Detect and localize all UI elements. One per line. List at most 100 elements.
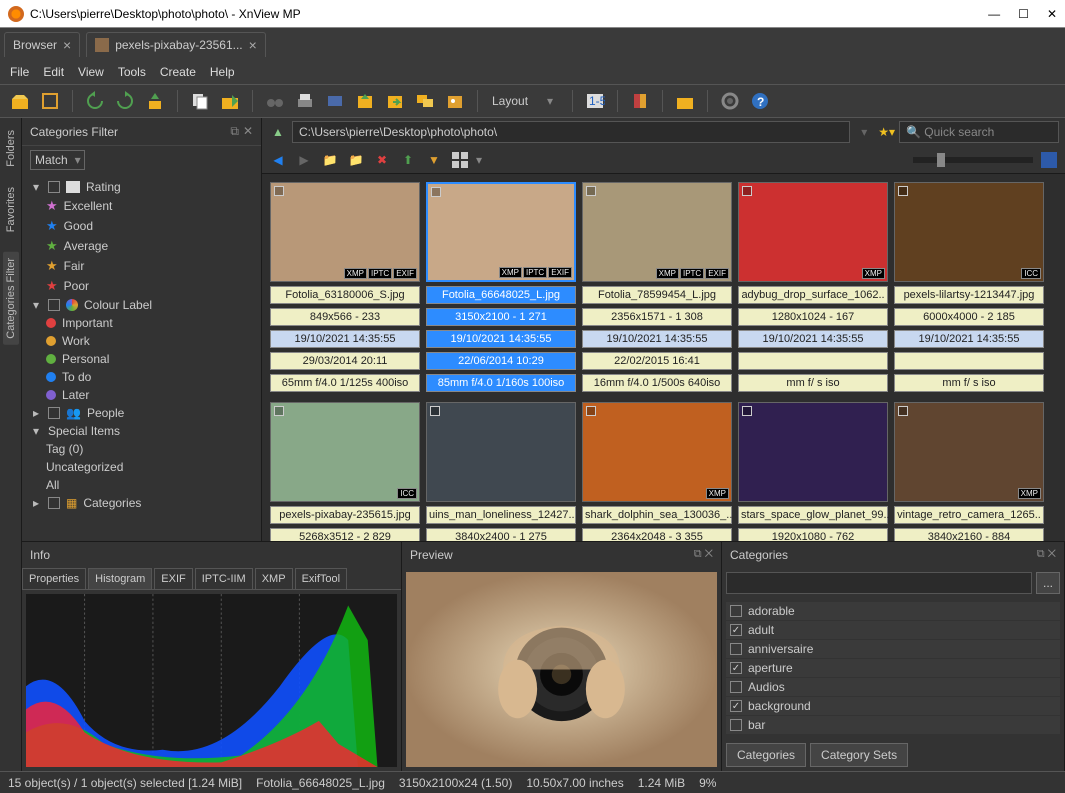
stub-favorites[interactable]: Favorites	[5, 187, 17, 232]
match-dropdown[interactable]: Match	[30, 150, 85, 170]
tree-item[interactable]: Uncategorized	[46, 458, 253, 476]
category-search-input[interactable]	[726, 572, 1032, 594]
tree-label[interactable]: Special Items	[48, 424, 120, 438]
filter-icon[interactable]: ▼	[424, 150, 444, 170]
checkbox[interactable]	[730, 719, 742, 731]
panel-close-icon[interactable]: ✕	[243, 124, 253, 139]
bookmarks-icon[interactable]	[628, 89, 652, 113]
back-icon[interactable]: ◀	[268, 150, 288, 170]
thumb-size-slider[interactable]	[913, 157, 1033, 163]
folder-icon[interactable]: 📁	[320, 150, 340, 170]
info-cell[interactable]: stars_space_glow_planet_99..	[738, 506, 888, 524]
info-cell[interactable]: 2364x2048 - 3 355	[582, 528, 732, 541]
tree-item[interactable]: Important	[46, 314, 253, 332]
tree-label[interactable]: Colour Label	[84, 298, 152, 312]
refresh-cw-icon[interactable]	[113, 89, 137, 113]
info-cell[interactable]: Fotolia_78599454_L.jpg	[582, 286, 732, 304]
info-cell[interactable]	[894, 352, 1044, 370]
info-cell[interactable]: Fotolia_66648025_L.jpg	[426, 286, 576, 304]
folder-star-icon[interactable]	[673, 89, 697, 113]
collapse-icon[interactable]: ▾	[30, 424, 42, 438]
info-cell[interactable]: 19/10/2021 14:35:55	[738, 330, 888, 348]
menu-file[interactable]: File	[10, 65, 29, 79]
collapse-icon[interactable]: ▾	[30, 298, 42, 312]
settings-icon[interactable]	[718, 89, 742, 113]
thumb-checkbox[interactable]	[586, 406, 596, 416]
info-cell[interactable]: mm f/ s iso	[738, 374, 888, 392]
info-cell[interactable]: 1280x1024 - 167	[738, 308, 888, 326]
info-cell[interactable]: vintage_retro_camera_1265..	[894, 506, 1044, 524]
checkbox[interactable]	[730, 681, 742, 693]
tab-browser[interactable]: Browser ×	[4, 32, 80, 57]
tree-item[interactable]: ★Average	[46, 236, 253, 256]
info-cell[interactable]: 22/06/2014 10:29	[426, 352, 576, 370]
info-tab[interactable]: Histogram	[88, 568, 152, 589]
info-cell[interactable]: 849x566 - 233	[270, 308, 420, 326]
info-cell[interactable]: 19/10/2021 14:35:55	[582, 330, 732, 348]
tree-item[interactable]: ★Fair	[46, 256, 253, 276]
tree-item[interactable]: Personal	[46, 350, 253, 368]
tab-close-icon[interactable]: ×	[63, 37, 71, 53]
forward-icon[interactable]: ▶	[294, 150, 314, 170]
checkbox[interactable]	[730, 643, 742, 655]
info-cell[interactable]: adybug_drop_surface_1062..	[738, 286, 888, 304]
tree-item[interactable]: Tag (0)	[46, 440, 253, 458]
checkbox[interactable]	[48, 181, 60, 193]
delete-icon[interactable]: ✖	[372, 150, 392, 170]
category-item[interactable]: anniversaire	[726, 640, 1060, 658]
sort-icon[interactable]: 1-5	[583, 89, 607, 113]
tree-item[interactable]: ★Poor	[46, 276, 253, 296]
tree-item[interactable]: ★Excellent	[46, 196, 253, 216]
scan-icon[interactable]	[323, 89, 347, 113]
refresh-ccw-icon[interactable]	[83, 89, 107, 113]
info-cell[interactable]: 85mm f/4.0 1/160s 100iso	[426, 374, 576, 392]
menu-edit[interactable]: Edit	[43, 65, 64, 79]
path-input[interactable]: C:\Users\pierre\Desktop\photo\photo\	[292, 121, 850, 143]
fullscreen-icon[interactable]	[38, 89, 62, 113]
category-item[interactable]: ✓adult	[726, 621, 1060, 639]
favorite-star-icon[interactable]: ★▾	[878, 125, 895, 139]
info-cell[interactable]: 3840x2400 - 1 275	[426, 528, 576, 541]
export-icon[interactable]	[353, 89, 377, 113]
info-cell[interactable]: 29/03/2014 20:11	[270, 352, 420, 370]
info-cell[interactable]: uins_man_loneliness_12427..	[426, 506, 576, 524]
tree-label[interactable]: People	[87, 406, 124, 420]
path-dropdown-icon[interactable]: ▾	[854, 122, 874, 142]
info-cell[interactable]: pexels-pixabay-235615.jpg	[270, 506, 420, 524]
info-tab[interactable]: Properties	[22, 568, 86, 589]
thumb-checkbox[interactable]	[742, 186, 752, 196]
thumbnail-card[interactable]	[426, 402, 576, 502]
menu-view[interactable]: View	[78, 65, 104, 79]
batch-icon[interactable]	[413, 89, 437, 113]
checkbox[interactable]: ✓	[730, 700, 742, 712]
nav-up-icon[interactable]: ▲	[268, 122, 288, 142]
thumbnail-card[interactable]: XMPIPTCEXIF	[582, 182, 732, 282]
tree-item[interactable]: ★Good	[46, 216, 253, 236]
thumbnail-card[interactable]: XMPIPTCEXIF	[426, 182, 576, 282]
thumbnail-card[interactable]: XMPIPTCEXIF	[270, 182, 420, 282]
info-tab[interactable]: ExifTool	[295, 568, 348, 589]
thumbnail-card[interactable]	[738, 402, 888, 502]
thumbnail-card[interactable]: XMP	[738, 182, 888, 282]
quick-search-input[interactable]: 🔍 Quick search	[899, 121, 1059, 143]
minimize-button[interactable]: —	[988, 7, 1000, 21]
info-cell[interactable]: 19/10/2021 14:35:55	[270, 330, 420, 348]
checkbox[interactable]	[730, 605, 742, 617]
image-icon[interactable]	[443, 89, 467, 113]
info-cell[interactable]: mm f/ s iso	[894, 374, 1044, 392]
info-tab[interactable]: XMP	[255, 568, 293, 589]
checkbox[interactable]	[48, 299, 60, 311]
tree-label[interactable]: Rating	[86, 180, 121, 194]
menu-help[interactable]: Help	[210, 65, 235, 79]
thumb-checkbox[interactable]	[274, 406, 284, 416]
info-cell[interactable]: 19/10/2021 14:35:55	[894, 330, 1044, 348]
tree-item[interactable]: Later	[46, 386, 253, 404]
thumb-checkbox[interactable]	[274, 186, 284, 196]
thumb-checkbox[interactable]	[898, 186, 908, 196]
binoculars-icon[interactable]	[263, 89, 287, 113]
thumbnail-card[interactable]: XMP	[894, 402, 1044, 502]
category-item[interactable]: Audios	[726, 678, 1060, 696]
thumbnail-card[interactable]: XMP	[582, 402, 732, 502]
folder-move-icon[interactable]	[218, 89, 242, 113]
open-icon[interactable]	[8, 89, 32, 113]
